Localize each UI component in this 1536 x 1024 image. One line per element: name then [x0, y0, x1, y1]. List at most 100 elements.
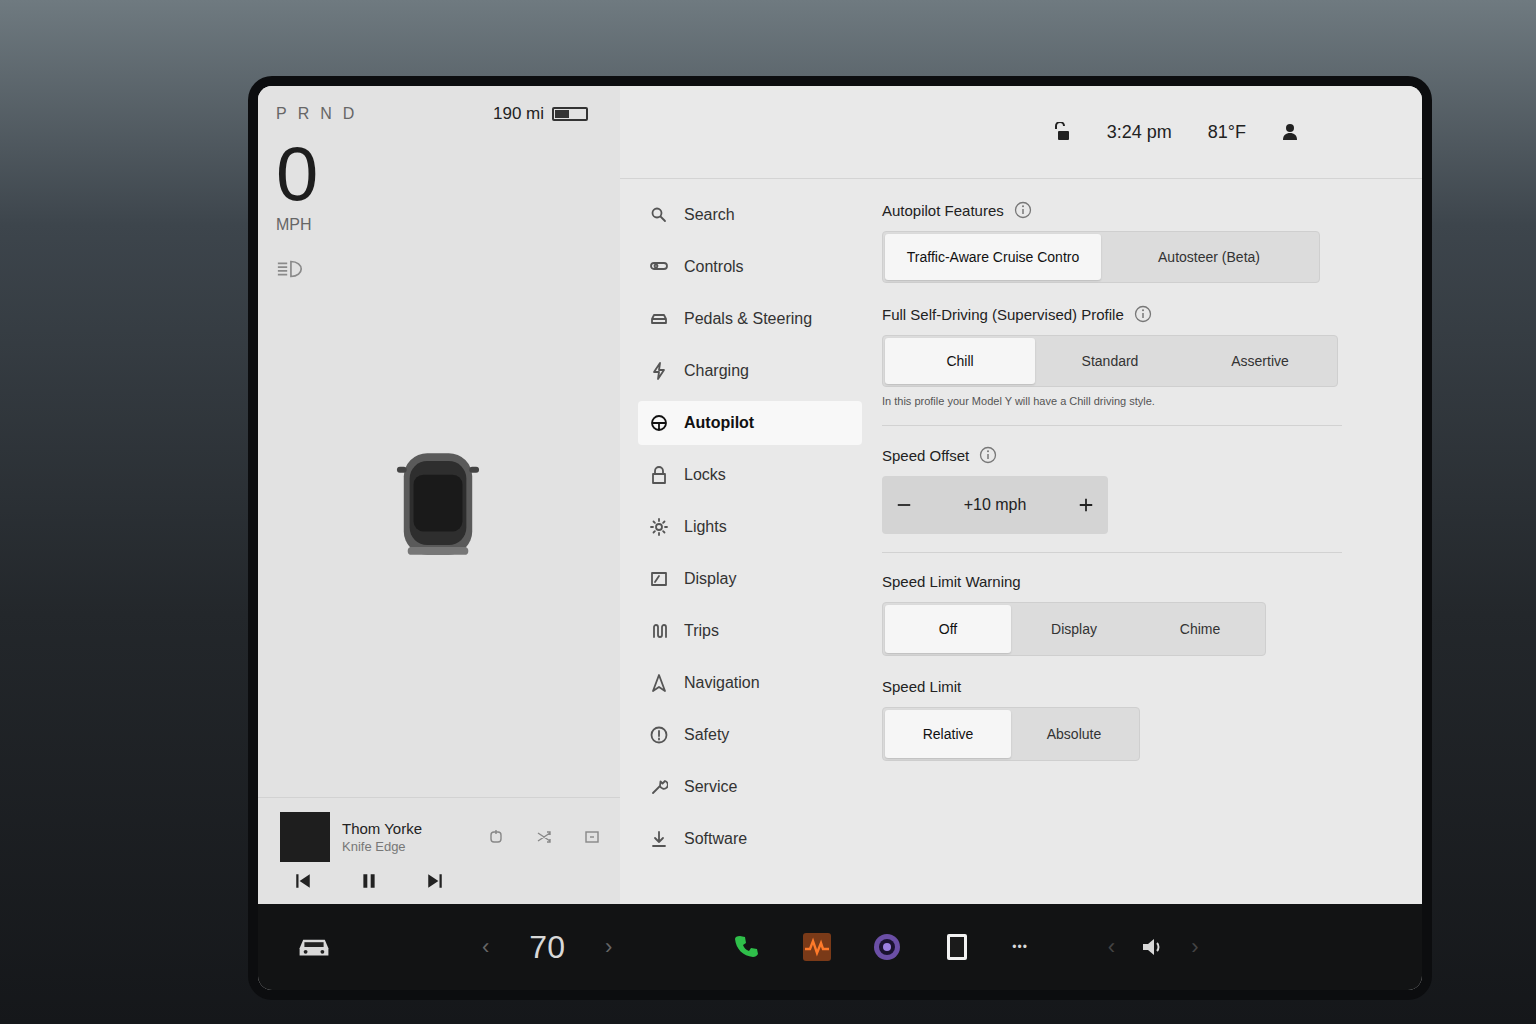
camera-icon[interactable]	[872, 932, 902, 962]
vehicle-status-panel: PRND 190 mi 0 MPH Thom Yorke Knife Edge	[258, 86, 620, 904]
temperature-down[interactable]: ‹	[482, 934, 489, 960]
album-art	[280, 812, 330, 862]
volume-down[interactable]: ‹	[1108, 934, 1115, 960]
menu-item-icon	[650, 362, 668, 380]
menu-item-label: Safety	[684, 726, 729, 744]
driver-profile-icon[interactable]	[1282, 123, 1298, 141]
menu-item[interactable]: Locks	[638, 453, 862, 497]
segment-option[interactable]: Absolute	[1011, 710, 1137, 758]
energy-app-icon[interactable]	[802, 932, 832, 962]
segment-option[interactable]: Chime	[1137, 605, 1263, 653]
touchscreen: PRND 190 mi 0 MPH Thom Yorke Knife Edge …	[258, 86, 1422, 990]
speed-limit-warning-selector: OffDisplayChime	[882, 602, 1266, 656]
speaker-icon[interactable]	[1141, 937, 1165, 957]
speed-unit: MPH	[276, 216, 600, 234]
segment-option[interactable]: Standard	[1035, 338, 1185, 384]
menu-item-label: Pedals & Steering	[684, 310, 812, 328]
autopilot-features-selector: Traffic-Aware Cruise ControAutosteer (Be…	[882, 231, 1320, 283]
minus-icon[interactable]	[896, 497, 912, 513]
gear: R	[298, 105, 311, 123]
queue-icon[interactable]	[584, 829, 600, 845]
segment-option[interactable]: Display	[1011, 605, 1137, 653]
previous-track-icon[interactable]	[294, 872, 312, 890]
artist: Thom Yorke	[342, 820, 476, 837]
settings-menu: Search Controls Pedals & Steering Chargi…	[620, 179, 872, 904]
segment-option[interactable]: Off	[885, 605, 1011, 653]
phone-icon[interactable]	[732, 932, 762, 962]
next-track-icon[interactable]	[426, 872, 444, 890]
menu-item-icon	[650, 466, 668, 484]
menu-item[interactable]: Software	[638, 817, 862, 861]
plus-icon[interactable]	[1078, 497, 1094, 513]
toybox-icon[interactable]	[942, 932, 972, 962]
menu-item-icon	[650, 414, 668, 432]
headlight-icon	[276, 258, 304, 280]
section-label: Autopilot Features	[882, 202, 1004, 219]
menu-item-icon	[650, 518, 668, 536]
segment-option[interactable]: Chill	[885, 338, 1035, 384]
temperature-up[interactable]: ›	[605, 934, 612, 960]
speed: 0	[276, 136, 600, 212]
menu-item[interactable]: Pedals & Steering	[638, 297, 862, 341]
menu-item-label: Locks	[684, 466, 726, 484]
cabin-temperature[interactable]: 70	[529, 929, 565, 966]
gear: P	[276, 105, 288, 123]
menu-item[interactable]: Lights	[638, 505, 862, 549]
sources-icon[interactable]	[488, 829, 504, 845]
clock: 3:24 pm	[1107, 122, 1172, 143]
info-icon[interactable]	[1134, 305, 1152, 323]
section-label: Full Self-Driving (Supervised) Profile	[882, 306, 1124, 323]
speed-offset-stepper: +10 mph	[882, 476, 1108, 534]
menu-item-icon	[650, 570, 668, 588]
gear: D	[343, 105, 356, 123]
menu-item-label: Software	[684, 830, 747, 848]
car-top-view-icon[interactable]	[394, 445, 482, 563]
menu-item[interactable]: Charging	[638, 349, 862, 393]
menu-item-icon	[650, 674, 668, 692]
menu-item-label: Controls	[684, 258, 744, 276]
segment-option[interactable]: Autosteer (Beta)	[1101, 234, 1317, 280]
track-title: Knife Edge	[342, 839, 476, 854]
battery-icon	[552, 107, 588, 121]
volume-up[interactable]: ›	[1191, 934, 1198, 960]
unlocked-icon[interactable]	[1055, 122, 1071, 142]
menu-item-label: Autopilot	[684, 414, 754, 432]
car-icon[interactable]	[296, 935, 332, 959]
menu-item-label: Charging	[684, 362, 749, 380]
more-apps[interactable]: •••	[1012, 940, 1028, 954]
car-dashboard-photo: PRND 190 mi 0 MPH Thom Yorke Knife Edge …	[0, 0, 1536, 1024]
shuffle-icon[interactable]	[536, 829, 552, 845]
segment-option[interactable]: Traffic-Aware Cruise Contro	[885, 234, 1101, 280]
menu-item[interactable]: Safety	[638, 713, 862, 757]
volume-control: ‹ ›	[1108, 934, 1199, 960]
section-label: Speed Limit Warning	[882, 573, 1021, 590]
range: 190 mi	[493, 104, 600, 124]
menu-item-label: Navigation	[684, 674, 760, 692]
settings-area: 3:24 pm 81°F Search Controls Pedals & St…	[620, 86, 1422, 904]
menu-item-icon	[650, 622, 668, 640]
menu-item-label: Service	[684, 778, 737, 796]
menu-item[interactable]: Autopilot	[638, 401, 862, 445]
menu-item[interactable]: Search	[638, 193, 862, 237]
segment-option[interactable]: Assertive	[1185, 338, 1335, 384]
menu-item[interactable]: Service	[638, 765, 862, 809]
autopilot-settings: Autopilot Features Traffic-Aware Cruise …	[872, 179, 1422, 904]
menu-item-label: Search	[684, 206, 735, 224]
menu-item-icon	[650, 726, 668, 744]
menu-item[interactable]: Trips	[638, 609, 862, 653]
driving-profile-selector: ChillStandardAssertive	[882, 335, 1338, 387]
menu-item[interactable]: Navigation	[638, 661, 862, 705]
info-icon[interactable]	[979, 446, 997, 464]
media-player: Thom Yorke Knife Edge	[258, 797, 620, 904]
menu-item[interactable]: Controls	[638, 245, 862, 289]
pause-icon[interactable]	[360, 872, 378, 890]
range-text: 190 mi	[493, 104, 544, 124]
speed-limit-selector: RelativeAbsolute	[882, 707, 1140, 761]
gear-selector: PRND	[276, 105, 355, 123]
menu-item[interactable]: Display	[638, 557, 862, 601]
segment-option[interactable]: Relative	[885, 710, 1011, 758]
info-icon[interactable]	[1014, 201, 1032, 219]
menu-item-icon	[650, 310, 668, 328]
menu-item-label: Trips	[684, 622, 719, 640]
menu-item-icon	[650, 258, 668, 276]
